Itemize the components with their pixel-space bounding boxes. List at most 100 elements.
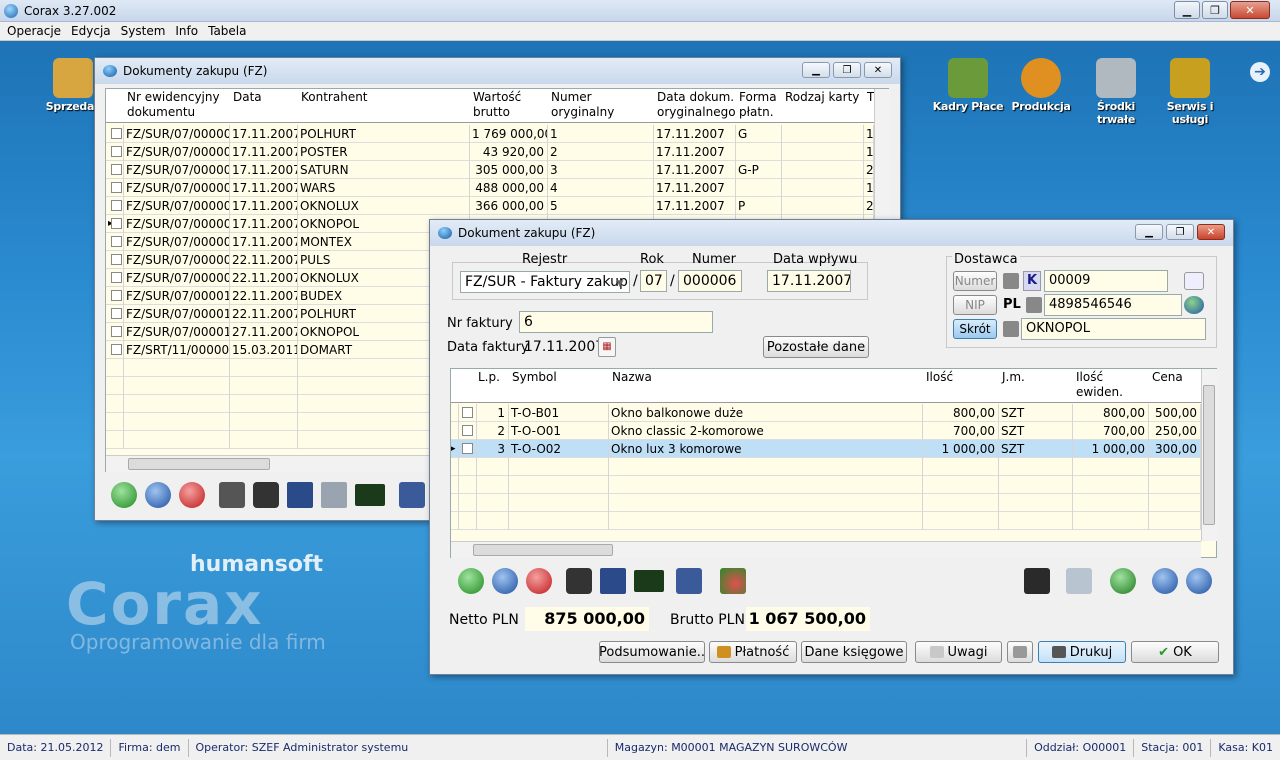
close-button[interactable]: ✕ [864, 62, 892, 78]
row-checkbox[interactable] [111, 290, 122, 301]
numer-field[interactable]: 000006 [678, 270, 742, 292]
dostawca-numer-field[interactable]: 00009 [1044, 270, 1168, 292]
table-row[interactable]: 2 T-O-O01 Okno classic 2-komorowe 700,00 SZT… [451, 422, 1201, 440]
binoculars-icon[interactable] [253, 482, 279, 508]
row-checkbox[interactable] [462, 425, 473, 436]
ok-button[interactable]: ✔ OK [1131, 641, 1219, 663]
copy-icon[interactable] [1066, 568, 1092, 594]
desktop-icon-serwis[interactable]: Serwis i usługi [1152, 58, 1228, 126]
table-row[interactable]: FZ/SUR/07/000005 17.11.2007 OKNOLUX 366 000… [106, 197, 874, 215]
chart-icon[interactable] [720, 568, 746, 594]
row-checkbox[interactable] [111, 326, 122, 337]
row-checkbox[interactable] [111, 146, 122, 157]
desktop-icon-produkcja[interactable]: Produkcja [1003, 58, 1079, 113]
rok-field[interactable]: 07 [640, 270, 667, 292]
rejestr-select[interactable]: FZ/SUR - Faktury zakupu ▼ [460, 271, 630, 293]
table-row[interactable] [451, 494, 1201, 512]
scrollbar-thumb[interactable] [1203, 385, 1215, 525]
row-checkbox[interactable] [111, 128, 122, 139]
row-checkbox[interactable] [111, 236, 122, 247]
menu-edycja[interactable]: Edycja [66, 24, 116, 38]
table-row[interactable]: 1 T-O-B01 Okno balkonowe duże 800,00 SZT 800,… [451, 404, 1201, 422]
horizontal-scrollbar[interactable] [451, 541, 1201, 558]
menu-info[interactable]: Info [170, 24, 203, 38]
chevron-down-icon[interactable]: ▼ [613, 274, 627, 290]
restore-button[interactable]: ❐ [1166, 224, 1194, 240]
data-wplywu-field[interactable]: 17.11.2007 [767, 270, 851, 292]
minimize-button[interactable]: ▁ [1174, 1, 1200, 19]
numer-button[interactable]: Numer [953, 271, 997, 291]
binoculars-icon[interactable] [566, 568, 592, 594]
dane-ksiegowe-button[interactable]: Dane księgowe [801, 641, 907, 663]
delete-icon[interactable] [179, 482, 205, 508]
data-faktury-field[interactable]: 17.11.2007 [519, 336, 599, 358]
next-page-arrow-icon[interactable]: ➔ [1250, 62, 1270, 82]
desktop-icon-kadry[interactable]: Kadry Płace [930, 58, 1006, 113]
table-row[interactable] [451, 476, 1201, 494]
close-button[interactable]: ✕ [1230, 1, 1270, 19]
save-icon[interactable] [1024, 568, 1050, 594]
table-row[interactable]: FZ/SUR/07/000001 17.11.2007 POLHURT 1 769 0… [106, 125, 874, 143]
row-checkbox[interactable] [111, 182, 122, 193]
row-checkbox[interactable] [111, 272, 122, 283]
vertical-scrollbar[interactable] [1201, 369, 1217, 541]
table-row[interactable] [451, 458, 1201, 476]
sum-icon[interactable] [355, 484, 385, 506]
add-icon[interactable] [458, 568, 484, 594]
table-row[interactable]: ▸ 3 T-O-O02 Okno lux 3 komorowe 1 000,00 SZT 1… [451, 440, 1201, 458]
row-checkbox[interactable] [462, 443, 473, 454]
lock-icon[interactable] [1003, 273, 1019, 289]
table-row[interactable] [451, 512, 1201, 530]
edit-icon[interactable] [145, 482, 171, 508]
calendar-icon[interactable]: ▦ [598, 337, 616, 357]
row-checkbox[interactable] [111, 254, 122, 265]
row-checkbox[interactable] [111, 344, 122, 355]
drukuj-button[interactable]: Drukuj [1038, 641, 1126, 663]
skrot-button[interactable]: Skrót [953, 319, 997, 339]
delete-icon[interactable] [526, 568, 552, 594]
add-icon[interactable] [111, 482, 137, 508]
settings-icon[interactable] [676, 568, 702, 594]
minimize-button[interactable]: ▁ [1135, 224, 1163, 240]
desktop-icon-srodki[interactable]: Środki trwałe [1078, 58, 1154, 126]
nip-button[interactable]: NIP [953, 295, 997, 315]
table-icon[interactable] [287, 482, 313, 508]
attachment-button[interactable] [1007, 641, 1033, 663]
podsumowanie-button[interactable]: Podsumowanie.. [599, 641, 705, 663]
dostawca-skrot-field[interactable]: OKNOPOL [1021, 318, 1206, 340]
menu-system[interactable]: System [116, 24, 171, 38]
print-icon[interactable] [219, 482, 245, 508]
lock-icon[interactable] [1003, 321, 1019, 337]
menu-operacje[interactable]: Operacje [2, 24, 66, 38]
table-row[interactable]: FZ/SUR/07/000004 17.11.2007 WARS 488 000,00… [106, 179, 874, 197]
items-table[interactable]: L.p. Symbol Nazwa Ilość J.m. Ilość ewiden. Cen… [450, 368, 1217, 558]
menu-tabela[interactable]: Tabela [203, 24, 251, 38]
refresh-icon[interactable] [1110, 568, 1136, 594]
settings-icon[interactable] [399, 482, 425, 508]
pozostale-dane-button[interactable]: Pozostałe dane [763, 336, 869, 358]
supplier-lookup-icon[interactable] [1184, 272, 1204, 290]
row-checkbox[interactable] [111, 218, 122, 229]
scrollbar-thumb[interactable] [128, 458, 270, 470]
scrollbar-thumb[interactable] [473, 544, 613, 556]
row-checkbox[interactable] [111, 200, 122, 211]
table-icon[interactable] [600, 568, 626, 594]
next-icon[interactable] [1186, 568, 1212, 594]
nr-faktury-field[interactable]: 6 [519, 311, 713, 333]
uwagi-button[interactable]: Uwagi [915, 641, 1002, 663]
lock-icon[interactable] [1026, 297, 1042, 313]
row-checkbox[interactable] [111, 164, 122, 175]
platnosc-button[interactable]: Płatność [709, 641, 797, 663]
restore-button[interactable]: ❐ [833, 62, 861, 78]
sum-icon[interactable] [634, 570, 664, 592]
minimize-button[interactable]: ▁ [802, 62, 830, 78]
close-button[interactable]: ✕ [1197, 224, 1225, 240]
table-row[interactable]: FZ/SUR/07/000003 17.11.2007 SATURN 305 000,… [106, 161, 874, 179]
edit-icon[interactable] [492, 568, 518, 594]
dostawca-nip-field[interactable]: 4898546546 [1044, 294, 1182, 316]
globe-icon[interactable] [1184, 296, 1204, 314]
filter-icon[interactable] [321, 482, 347, 508]
row-checkbox[interactable] [462, 407, 473, 418]
restore-button[interactable]: ❐ [1202, 1, 1228, 19]
row-checkbox[interactable] [111, 308, 122, 319]
